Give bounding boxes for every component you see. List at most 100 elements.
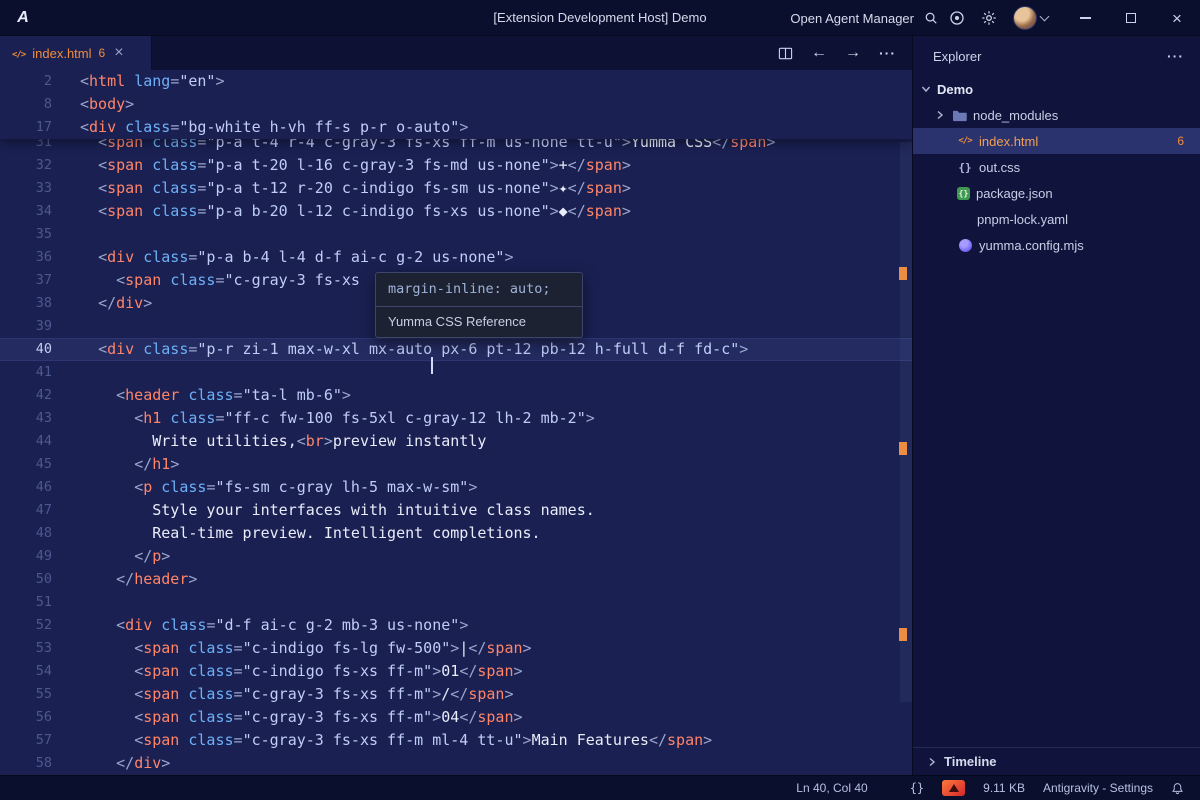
file-label: package.json <box>976 186 1053 201</box>
cursor-position[interactable]: Ln 40, Col 40 <box>796 781 867 795</box>
line-number: 42 <box>0 384 52 407</box>
close-button[interactable]: × <box>1154 0 1200 36</box>
minimize-button[interactable] <box>1062 0 1108 36</box>
code-line-17[interactable]: 17<div class="bg-white h-vh ff-s p-r o-a… <box>0 116 912 139</box>
code-line-43[interactable]: 43 <h1 class="ff-c fw-100 fs-5xl c-gray-… <box>0 407 912 430</box>
tab-modified-badge: 6 <box>99 46 106 60</box>
config-file-icon <box>957 239 973 252</box>
code-line-49[interactable]: 49 </p> <box>0 545 912 568</box>
file-label: pnpm-lock.yaml <box>977 212 1068 227</box>
tree-item-yumma-config[interactable]: yumma.config.mjs <box>913 232 1200 258</box>
code-line-41[interactable]: 41 <box>0 361 912 384</box>
tooltip-reference-link[interactable]: Yumma CSS Reference <box>376 307 582 337</box>
code-line-46[interactable]: 46 <p class="fs-sm c-gray lh-5 max-w-sm"… <box>0 476 912 499</box>
tree-item-index-html[interactable]: index.html 6 <box>913 128 1200 154</box>
tree-item-out-css[interactable]: out.css <box>913 154 1200 180</box>
code-editor[interactable]: 31 <span class="p-a t-4 r-4 c-gray-3 fs-… <box>0 70 912 775</box>
tree-root-demo[interactable]: Demo <box>913 76 1200 102</box>
agent-manager-label: Open Agent Manager <box>790 11 914 26</box>
tree-item-pnpm-lock[interactable]: pnpm-lock.yaml <box>913 206 1200 232</box>
line-number: 2 <box>0 70 52 93</box>
line-number: 56 <box>0 706 52 729</box>
orbit-icon[interactable] <box>949 10 965 26</box>
code-line-57[interactable]: 57 <span class="c-gray-3 fs-xs ff-m ml-4… <box>0 729 912 752</box>
avatar <box>1013 6 1037 30</box>
tree-item-node-modules[interactable]: node_modules <box>913 102 1200 128</box>
code-line-33[interactable]: 33 <span class="p-a t-12 r-20 c-indigo f… <box>0 177 912 200</box>
file-label: index.html <box>979 134 1038 149</box>
line-number: 45 <box>0 453 52 476</box>
line-number: 39 <box>0 315 52 338</box>
code-line-44[interactable]: 44 Write utilities,<br>preview instantly <box>0 430 912 453</box>
braces-indicator[interactable]: {} <box>910 781 924 795</box>
navigate-forward-icon[interactable]: → <box>845 44 861 62</box>
line-number: 17 <box>0 116 52 139</box>
navigate-back-icon[interactable]: ← <box>811 44 827 62</box>
line-number: 53 <box>0 637 52 660</box>
explorer-more-icon[interactable] <box>1167 48 1184 64</box>
code-line-35[interactable]: 35 <box>0 223 912 246</box>
open-agent-manager-button[interactable]: Open Agent Manager <box>790 0 938 36</box>
editor-column: index.html 6 × ← → 31 <span class="p-a t… <box>0 36 912 775</box>
bell-icon[interactable] <box>1171 782 1184 795</box>
maximize-icon <box>1126 13 1136 23</box>
code-line-53[interactable]: 53 <span class="c-indigo fs-lg fw-500">|… <box>0 637 912 660</box>
split-editor-icon[interactable] <box>778 46 793 61</box>
titlebar: A [Extension Development Host] Demo Open… <box>0 0 1200 36</box>
code-lines: 31 <span class="p-a t-4 r-4 c-gray-3 fs-… <box>0 131 912 775</box>
line-number: 57 <box>0 729 52 752</box>
sticky-scroll[interactable]: 2<html lang="en">8<body>17<div class="bg… <box>0 70 912 139</box>
code-line-56[interactable]: 56 <span class="c-gray-3 fs-xs ff-m">04<… <box>0 706 912 729</box>
line-number: 32 <box>0 154 52 177</box>
line-number: 49 <box>0 545 52 568</box>
code-line-54[interactable]: 54 <span class="c-indigo fs-xs ff-m">01<… <box>0 660 912 683</box>
hover-tooltip: margin-inline: auto; Yumma CSS Reference <box>375 272 583 338</box>
line-number: 43 <box>0 407 52 430</box>
line-number: 44 <box>0 430 52 453</box>
search-icon <box>924 11 938 25</box>
code-line-36[interactable]: 36 <div class="p-a b-4 l-4 d-f ai-c g-2 … <box>0 246 912 269</box>
code-line-32[interactable]: 32 <span class="p-a t-20 l-16 c-gray-3 f… <box>0 154 912 177</box>
file-size[interactable]: 9.11 KB <box>983 781 1025 795</box>
code-line-55[interactable]: 55 <span class="c-gray-3 fs-xs ff-m">/</… <box>0 683 912 706</box>
gear-icon[interactable] <box>981 10 997 26</box>
code-line-2[interactable]: 2<html lang="en"> <box>0 70 912 93</box>
maximize-button[interactable] <box>1108 0 1154 36</box>
timeline-section[interactable]: Timeline <box>913 747 1200 775</box>
code-line-50[interactable]: 50 </header> <box>0 568 912 591</box>
chevron-right-icon <box>927 757 937 767</box>
code-line-40[interactable]: 40 <div class="p-r zi-1 max-w-xl mx-auto… <box>0 338 912 361</box>
tab-close-icon[interactable]: × <box>114 45 123 61</box>
line-number: 36 <box>0 246 52 269</box>
tab-label: index.html <box>32 46 91 61</box>
code-line-8[interactable]: 8<body> <box>0 93 912 116</box>
line-number: 58 <box>0 752 52 775</box>
file-label: out.css <box>979 160 1020 175</box>
alert-badge-icon[interactable] <box>942 780 965 796</box>
tab-index-html[interactable]: index.html 6 × <box>0 36 152 70</box>
tree-item-package-json[interactable]: package.json <box>913 180 1200 206</box>
line-number: 33 <box>0 177 52 200</box>
tooltip-css-rule: margin-inline: auto; <box>376 273 582 306</box>
line-number: 51 <box>0 591 52 614</box>
code-line-47[interactable]: 47 Style your interfaces with intuitive … <box>0 499 912 522</box>
code-line-58[interactable]: 58 </div> <box>0 752 912 775</box>
window-title: [Extension Development Host] Demo <box>493 0 706 36</box>
code-line-48[interactable]: 48 Real-time preview. Intelligent comple… <box>0 522 912 545</box>
explorer-header: Explorer <box>913 36 1200 76</box>
line-number: 38 <box>0 292 52 315</box>
line-number: 50 <box>0 568 52 591</box>
code-line-51[interactable]: 51 <box>0 591 912 614</box>
code-line-52[interactable]: 52 <div class="d-f ai-c g-2 mb-3 us-none… <box>0 614 912 637</box>
settings-status[interactable]: Antigravity - Settings <box>1043 781 1153 795</box>
code-line-34[interactable]: 34 <span class="p-a b-20 l-12 c-indigo f… <box>0 200 912 223</box>
pnpm-file-icon <box>957 212 971 226</box>
more-actions-icon[interactable] <box>879 45 896 61</box>
root-folder-label: Demo <box>937 82 973 97</box>
account-menu[interactable] <box>1013 6 1048 30</box>
line-number: 54 <box>0 660 52 683</box>
main-area: index.html 6 × ← → 31 <span class="p-a t… <box>0 36 1200 775</box>
code-line-45[interactable]: 45 </h1> <box>0 453 912 476</box>
editor-scrollbar[interactable] <box>900 142 912 702</box>
code-line-42[interactable]: 42 <header class="ta-l mb-6"> <box>0 384 912 407</box>
